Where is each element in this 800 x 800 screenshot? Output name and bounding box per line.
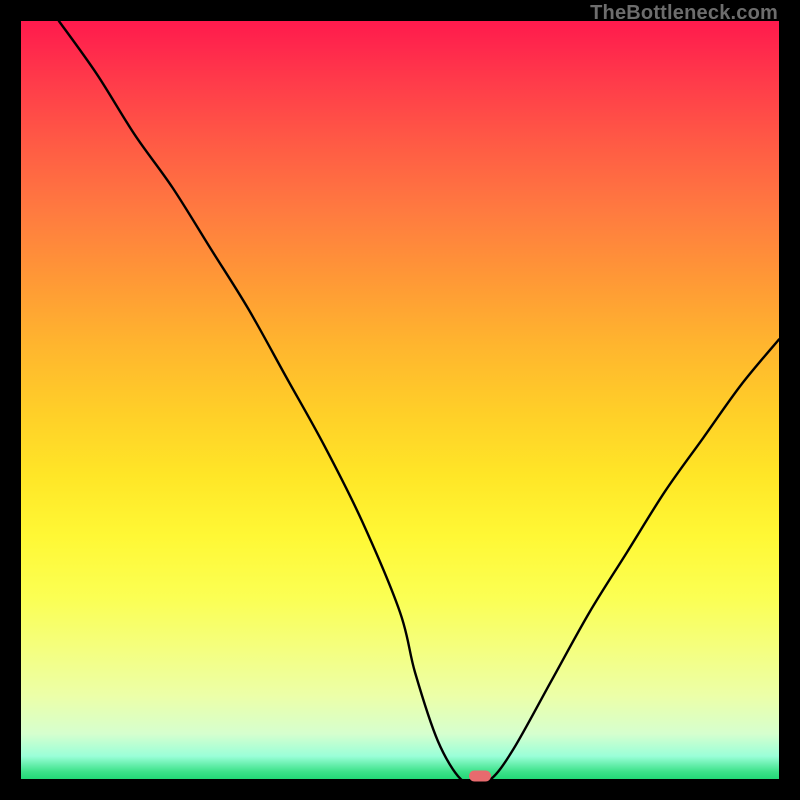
chart-frame: TheBottleneck.com xyxy=(0,0,800,800)
curve-svg xyxy=(21,21,779,779)
optimum-marker xyxy=(469,771,491,782)
plot-area xyxy=(21,21,779,779)
bottleneck-curve xyxy=(59,21,779,779)
